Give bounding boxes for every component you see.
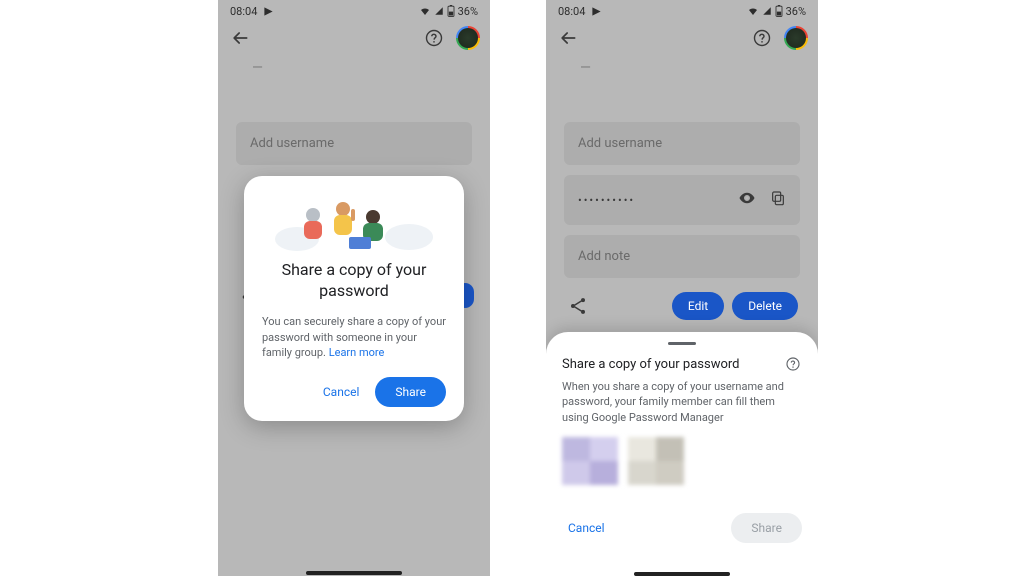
share-button[interactable]: Share — [375, 377, 446, 407]
phone-left: 08:04 36% — [218, 0, 490, 576]
password-field[interactable]: •••••••••• — [564, 175, 800, 225]
cancel-button[interactable]: Cancel — [317, 379, 366, 405]
nav-pill[interactable] — [634, 572, 730, 576]
header-placeholder: — — [546, 60, 818, 76]
family-member-tile[interactable] — [628, 437, 684, 485]
share-button-disabled[interactable]: Share — [731, 513, 802, 543]
play-icon — [263, 6, 274, 17]
learn-more-link[interactable]: Learn more — [329, 346, 385, 359]
status-bar: 08:04 36% — [218, 0, 490, 22]
battery-icon — [775, 5, 783, 17]
app-toolbar — [546, 22, 818, 54]
nav-pill[interactable] — [306, 571, 402, 575]
status-bar: 08:04 36% — [546, 0, 818, 22]
visibility-icon[interactable] — [738, 189, 756, 211]
avatar[interactable] — [784, 26, 808, 50]
battery-percent: 36% — [458, 5, 478, 18]
battery-percent: 36% — [786, 5, 806, 18]
help-icon[interactable] — [784, 355, 802, 373]
username-placeholder: Add username — [250, 136, 334, 151]
sheet-title: Share a copy of your password — [562, 357, 740, 372]
header-placeholder: — — [218, 60, 490, 76]
share-icon[interactable] — [566, 294, 590, 318]
share-bottom-sheet: Share a copy of your password When you s… — [546, 332, 818, 576]
wifi-icon — [419, 5, 431, 17]
play-icon — [591, 6, 602, 17]
share-dialog: Share a copy of your password You can se… — [244, 176, 464, 421]
dialog-title: Share a copy of your password — [262, 256, 446, 306]
note-placeholder: Add note — [578, 249, 630, 264]
username-field[interactable]: Add username — [236, 122, 472, 165]
avatar[interactable] — [456, 26, 480, 50]
signal-icon — [762, 6, 772, 16]
battery-icon — [447, 5, 455, 17]
app-toolbar — [218, 22, 490, 54]
username-field[interactable]: Add username — [564, 122, 800, 165]
signal-icon — [434, 6, 444, 16]
cancel-button[interactable]: Cancel — [562, 515, 611, 541]
back-button[interactable] — [556, 26, 580, 50]
wifi-icon — [747, 5, 759, 17]
status-time: 08:04 — [230, 5, 257, 18]
family-illustration — [262, 192, 446, 254]
family-member-tiles — [562, 437, 802, 485]
back-button[interactable] — [228, 26, 252, 50]
edit-button[interactable]: Edit — [672, 292, 724, 320]
phone-right: 08:04 36% — [546, 0, 818, 576]
delete-button[interactable]: Delete — [732, 292, 798, 320]
help-icon[interactable] — [750, 26, 774, 50]
username-placeholder: Add username — [578, 136, 662, 151]
sheet-drag-handle[interactable] — [668, 342, 696, 345]
copy-icon[interactable] — [770, 190, 786, 210]
family-member-tile[interactable] — [562, 437, 618, 485]
password-value: •••••••••• — [578, 194, 635, 207]
note-field[interactable]: Add note — [564, 235, 800, 278]
help-icon[interactable] — [422, 26, 446, 50]
sheet-body-text: When you share a copy of your username a… — [562, 379, 802, 425]
status-time: 08:04 — [558, 5, 585, 18]
